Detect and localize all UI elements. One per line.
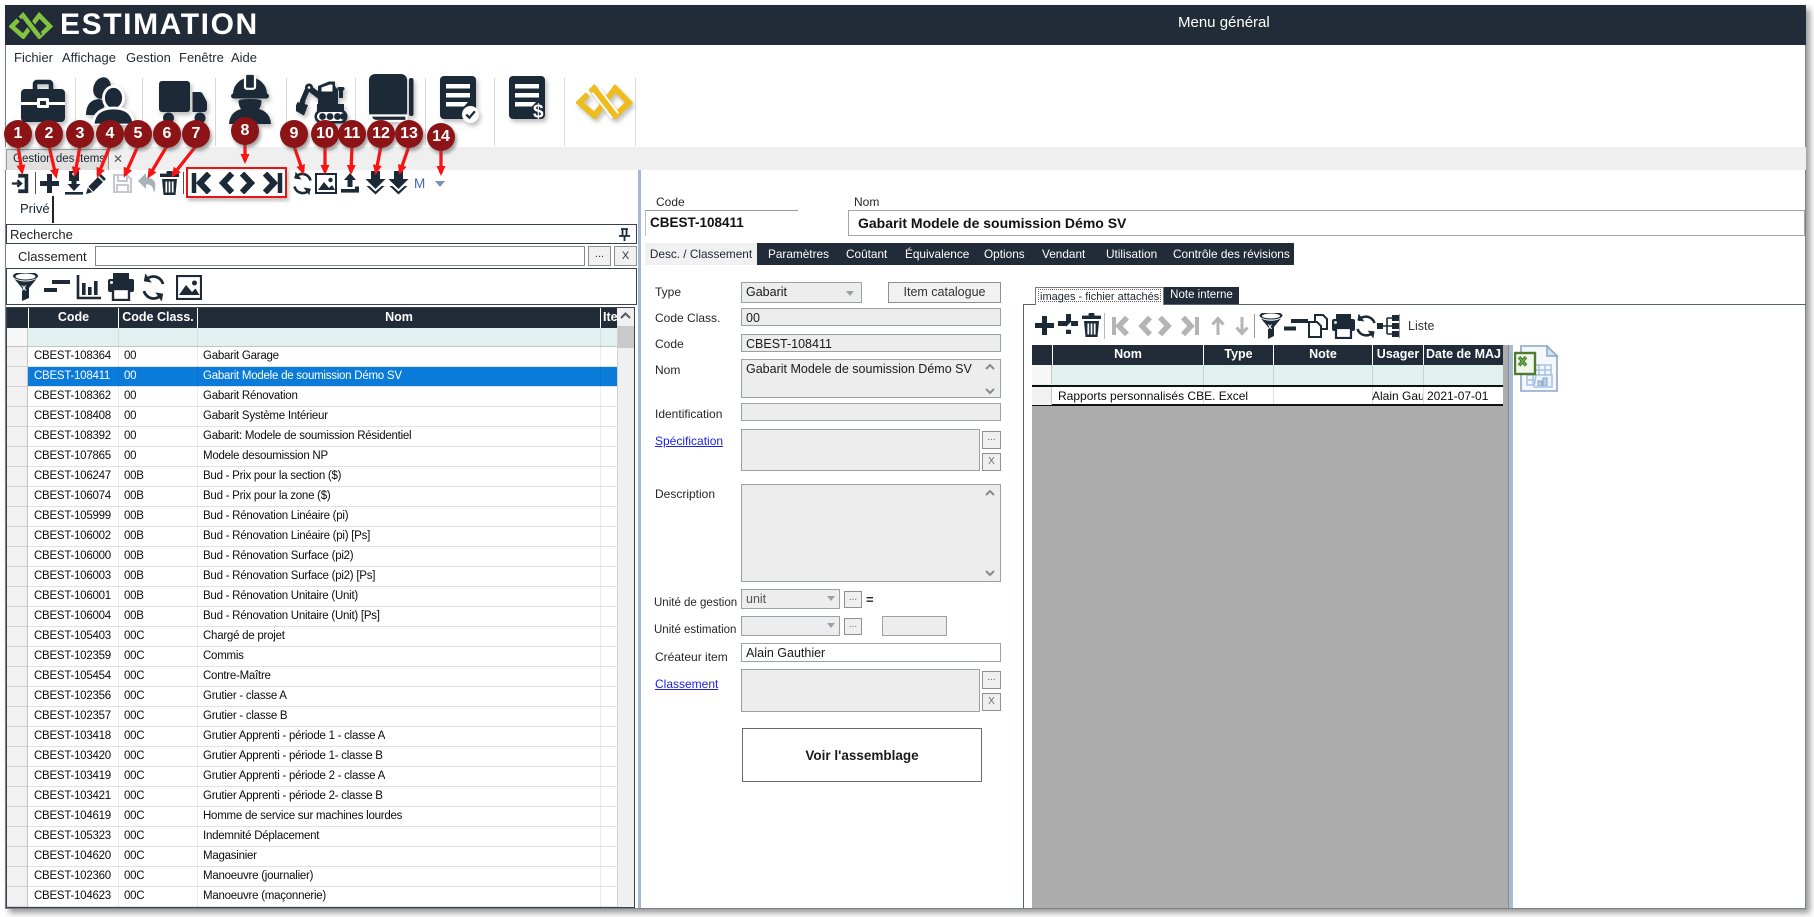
- svg-text:x: x: [1268, 321, 1273, 331]
- svg-text:$: $: [533, 102, 544, 123]
- svg-text:x: x: [22, 283, 27, 293]
